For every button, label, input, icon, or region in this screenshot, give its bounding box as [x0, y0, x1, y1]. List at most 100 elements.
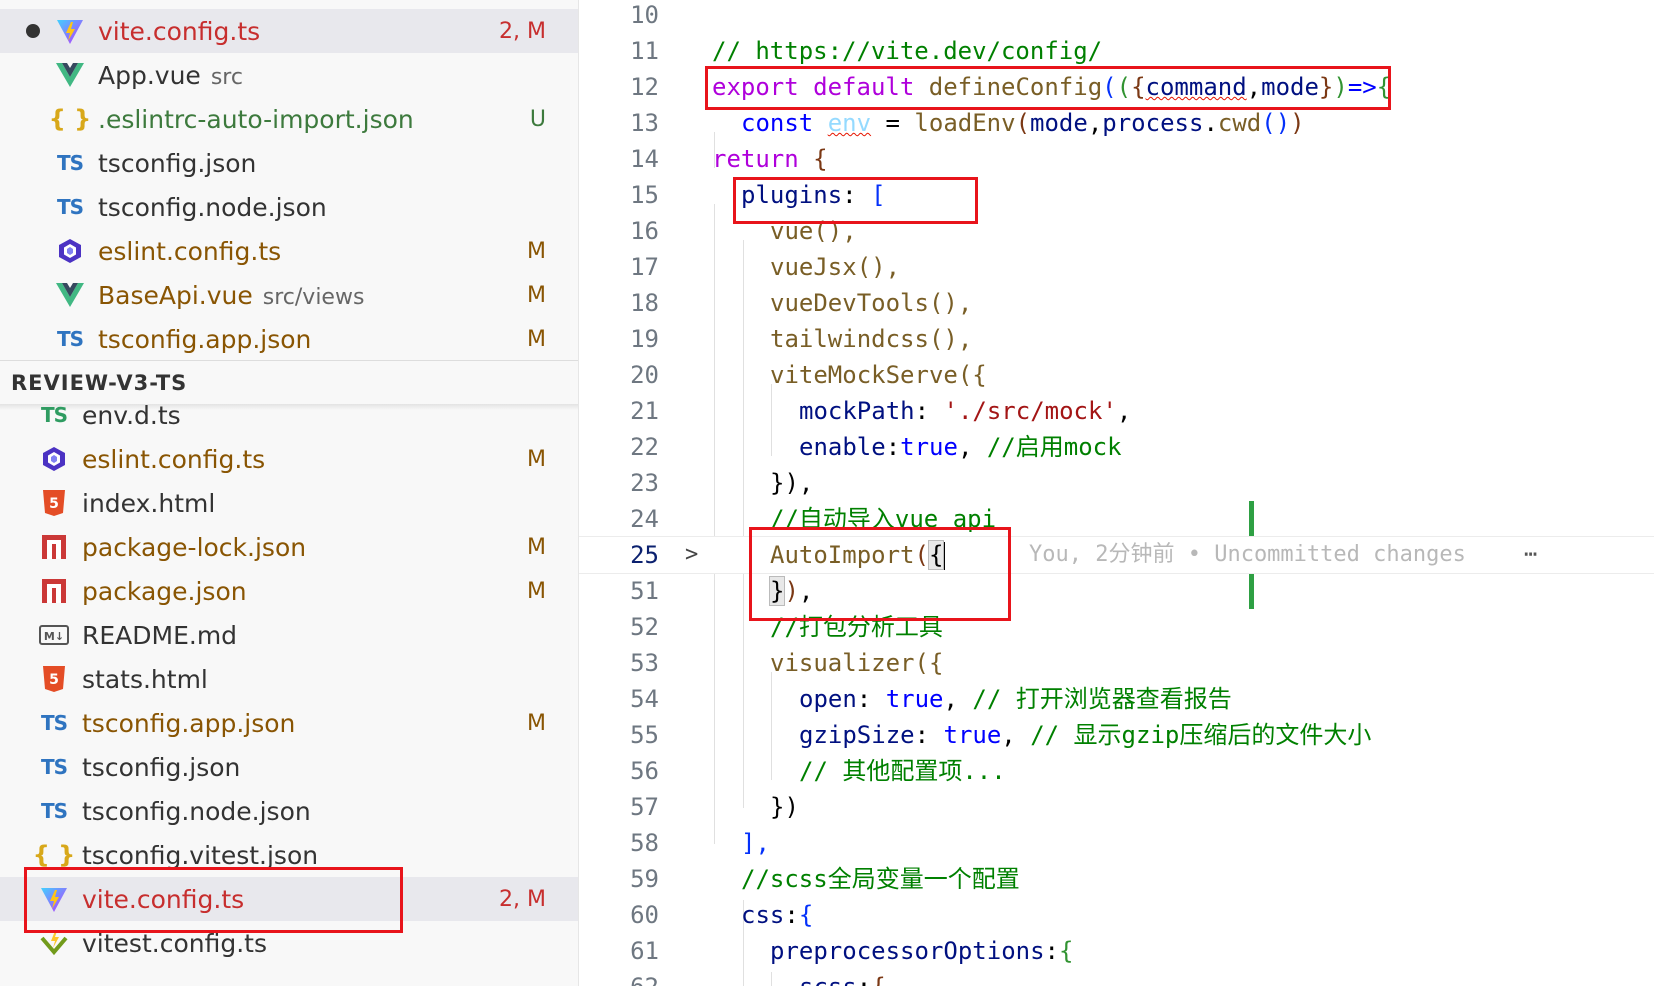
file-tree-item[interactable]: TS tsconfig.node.json — [0, 789, 578, 833]
git-status-badge: U — [529, 106, 546, 132]
code-text: return { — [712, 145, 828, 173]
code-line[interactable]: 60 css:{ — [579, 897, 1654, 933]
unsaved-dot-icon[interactable] — [26, 24, 40, 38]
file-name: tsconfig.app.json — [98, 324, 312, 354]
line-number: 14 — [630, 145, 659, 173]
code-line[interactable]: 61 preprocessorOptions:{ — [579, 933, 1654, 969]
line-number: 59 — [630, 865, 659, 893]
line-number: 25 — [630, 541, 659, 569]
file-tree-item[interactable]: package.json M — [0, 569, 578, 613]
code-text: enable:true, //启用mock — [799, 433, 1122, 461]
code-text: mockPath: './src/mock', — [799, 397, 1132, 425]
line-number: 15 — [630, 181, 659, 209]
highlight-box-auto-import — [749, 527, 1011, 621]
html5-icon: 5 — [38, 488, 70, 518]
file-name: README.md — [82, 620, 238, 650]
ts-icon: TS — [56, 151, 84, 175]
line-number: 19 — [630, 325, 659, 353]
line-number: 55 — [630, 721, 659, 749]
open-editor-item[interactable]: App.vue src — [0, 53, 578, 97]
file-path-description: src/views — [262, 284, 365, 310]
code-line[interactable]: 62 scss:{ — [579, 969, 1654, 986]
more-icon[interactable]: ⋯ — [1524, 537, 1537, 573]
code-line[interactable]: 21 mockPath: './src/mock', — [579, 393, 1654, 429]
code-line[interactable]: 18 vueDevTools(), — [579, 285, 1654, 321]
file-name: index.html — [82, 488, 216, 518]
code-line[interactable]: 52//打包分析工具 — [579, 609, 1654, 645]
file-name: BaseApi.vue src/views — [98, 280, 365, 310]
code-line[interactable]: 22 enable:true, //启用mock — [579, 429, 1654, 465]
file-tree-item[interactable]: M↓ README.md — [0, 613, 578, 657]
code-line[interactable]: 57}) — [579, 789, 1654, 825]
line-number: 20 — [630, 361, 659, 389]
file-name: .eslintrc-auto-import.json — [98, 104, 414, 134]
vite-icon — [54, 16, 86, 46]
file-name: tsconfig.node.json — [82, 796, 311, 826]
open-editor-item[interactable]: { } .eslintrc-auto-import.json U — [0, 97, 578, 141]
line-number: 57 — [630, 793, 659, 821]
file-tree-item[interactable]: TS env.d.ts — [0, 393, 578, 437]
fold-chevron-icon[interactable]: > — [685, 537, 698, 573]
code-line[interactable]: 55 gzipSize: true, // 显示gzip压缩后的文件大小 — [579, 717, 1654, 753]
code-text: preprocessorOptions:{ — [770, 937, 1074, 965]
file-name: App.vue src — [98, 60, 243, 90]
code-line[interactable]: 23}), — [579, 465, 1654, 501]
file-name: tsconfig.app.json — [82, 708, 296, 738]
file-tree-item[interactable]: package-lock.json M — [0, 525, 578, 569]
file-name: package.json — [82, 576, 247, 606]
file-name: tsconfig.node.json — [98, 192, 327, 222]
vue-icon — [54, 60, 86, 90]
code-line[interactable]: 10 — [579, 0, 1654, 33]
file-tree-item[interactable]: TS tsconfig.json — [0, 745, 578, 789]
vue-icon — [54, 280, 86, 310]
open-editor-item[interactable]: TS tsconfig.node.json — [0, 185, 578, 229]
file-tree-item[interactable]: eslint.config.ts M — [0, 437, 578, 481]
file-tree-item[interactable]: 5 index.html — [0, 481, 578, 525]
line-number: 12 — [630, 73, 659, 101]
code-line[interactable]: 53 visualizer({ — [579, 645, 1654, 681]
code-line[interactable]: 11 // https://vite.dev/config/ — [579, 33, 1654, 69]
line-number: 17 — [630, 253, 659, 281]
html5-icon: 5 — [38, 664, 70, 694]
code-line[interactable]: 51}), — [579, 573, 1654, 609]
line-number: 13 — [630, 109, 659, 137]
section-title: REVIEW-V3-TS — [11, 370, 188, 395]
svg-text:5: 5 — [49, 672, 59, 688]
file-tree-item[interactable]: 5 stats.html — [0, 657, 578, 701]
git-status-badge: M — [527, 282, 546, 308]
code-line[interactable]: 19 tailwindcss(), — [579, 321, 1654, 357]
line-number: 61 — [630, 937, 659, 965]
code-line[interactable]: 14 return { — [579, 141, 1654, 177]
open-editor-item[interactable]: eslint.config.ts M — [0, 229, 578, 273]
code-line[interactable]: 56 // 其他配置项... — [579, 753, 1654, 789]
code-line-current[interactable]: 25 > AutoImport({You, 2分钟前 • Uncommitted c… — [579, 536, 1654, 574]
file-name: tsconfig.json — [98, 148, 257, 178]
line-number: 58 — [630, 829, 659, 857]
line-number: 56 — [630, 757, 659, 785]
code-line[interactable]: 13 const env = loadEnv(mode,process.cwd()… — [579, 105, 1654, 141]
code-line[interactable]: 20 viteMockServe({ — [579, 357, 1654, 393]
code-line[interactable]: 24//自动导入vue api — [579, 501, 1654, 537]
open-editor-item[interactable]: TS tsconfig.json — [0, 141, 578, 185]
file-tree-item[interactable]: TS tsconfig.app.json M — [0, 701, 578, 745]
open-editor-item[interactable]: BaseApi.vue src/views M — [0, 273, 578, 317]
explorer-sidebar: vite.config.ts 2, M App.vue src{ } .eslintrc… — [0, 0, 579, 986]
code-line[interactable]: 54 open: true, // 打开浏览器查看报告 — [579, 681, 1654, 717]
file-name: tsconfig.json — [82, 752, 241, 782]
code-line[interactable]: 59 //scss全局变量一个配置 — [579, 861, 1654, 897]
markdown-icon: M↓ — [38, 620, 70, 650]
file-name: tsconfig.vitest.json — [82, 840, 319, 870]
line-number: 60 — [630, 901, 659, 929]
code-editor[interactable]: 10 11// https://vite.dev/config/ 12 expor… — [579, 0, 1654, 986]
code-text: scss:{ — [799, 969, 886, 986]
code-line[interactable]: 58], — [579, 825, 1654, 861]
open-editor-item[interactable]: TS tsconfig.app.json M — [0, 317, 578, 361]
file-name: env.d.ts — [82, 400, 181, 430]
line-number: 52 — [630, 613, 659, 641]
code-text: vueJsx(), — [770, 253, 901, 281]
code-text: // https://vite.dev/config/ — [712, 37, 1103, 65]
open-editor-item[interactable]: vite.config.ts 2, M — [0, 9, 578, 53]
code-line[interactable]: 17 vueJsx(), — [579, 249, 1654, 285]
line-number: 21 — [630, 397, 659, 425]
npm-icon — [38, 532, 70, 562]
